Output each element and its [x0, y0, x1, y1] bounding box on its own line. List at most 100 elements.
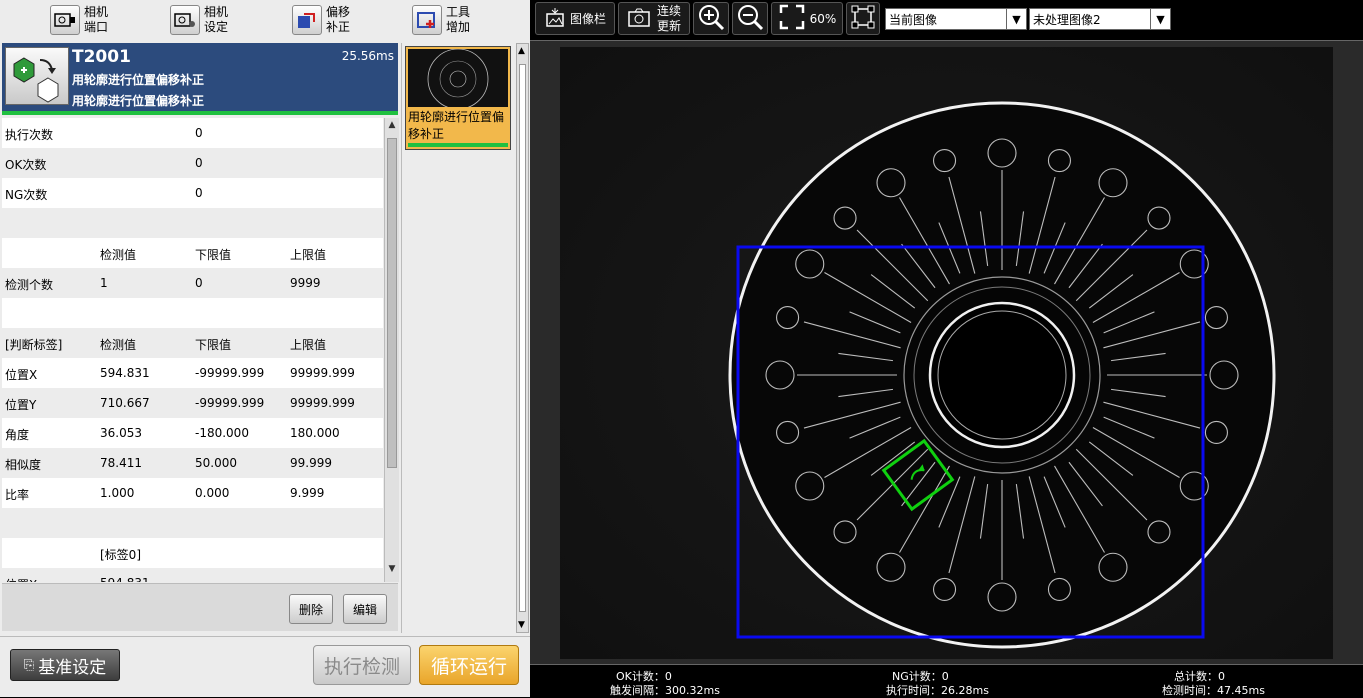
table-cell: -99999.999: [195, 366, 265, 380]
table-cell: 78.411: [100, 456, 142, 470]
add-tool-icon: [412, 5, 442, 35]
tool-id: T2001: [72, 47, 131, 67]
add-tool-label: 工具 增加: [446, 5, 471, 34]
tool-status-bar: [2, 111, 398, 115]
continuous-update-button[interactable]: 连续 更新: [618, 2, 690, 35]
continuous-update-label: 连续 更新: [656, 3, 681, 33]
execution-time: 执行时间：26.28ms: [886, 684, 989, 697]
image-bar-button[interactable]: 图像栏: [535, 2, 615, 35]
zoom-level: 60%: [809, 11, 837, 26]
table-cell: 检测值: [100, 338, 137, 352]
loop-run-button[interactable]: 循环运行: [419, 645, 519, 685]
zoom-out-button[interactable]: [732, 2, 768, 35]
image-source-select[interactable]: 当前图像 ▼: [885, 8, 1027, 30]
camera-port-button[interactable]: 相机 端口: [50, 3, 108, 37]
table-cell: 50.000: [195, 456, 237, 470]
table-cell: 0: [195, 276, 203, 290]
left-panel: 相机 端口 相机 设定 偏移 补正 工具 增加 T2001 25.56ms 用轮…: [0, 0, 530, 697]
image-view-panel: 图像栏 连续 更新 60% 当前图像 ▼ 未处理图像2 ▼ OK计数：0 NG计…: [530, 0, 1363, 697]
table-cell: 594.831: [100, 576, 150, 582]
table-row: 比率 1.000 0.000 9.999: [2, 478, 383, 508]
thumb-scroll-down-icon[interactable]: ▼: [518, 620, 525, 630]
table-cell: -99999.999: [195, 396, 265, 410]
table-row: 位置X 594.831 -99999.999 99999.999: [2, 358, 383, 388]
image-type-select[interactable]: 未处理图像2 ▼: [1029, 8, 1171, 30]
camera-settings-icon: [170, 5, 200, 35]
tool-thumbnail[interactable]: 用轮廓进行位置偏移补正: [405, 46, 511, 150]
tool-header[interactable]: T2001 25.56ms 用轮廓进行位置偏移补正 用轮廓进行位置偏移补正: [2, 43, 398, 115]
table-cell: 1.000: [100, 486, 135, 500]
table-row: 位置X 594.831: [2, 568, 383, 582]
table-cell: 1: [100, 276, 108, 290]
tool-name: 用轮廓进行位置偏移补正: [72, 73, 205, 87]
table-cell: 执行次数: [5, 128, 54, 142]
offset-correction-button[interactable]: 偏移 补正: [292, 3, 350, 37]
table-cell: 上限值: [290, 338, 327, 352]
tool-button-bar: 删除 编辑: [2, 583, 398, 631]
offset-correction-icon: [292, 5, 322, 35]
table-cell: 9.999: [290, 486, 325, 500]
table-cell: NG次数: [5, 188, 48, 202]
thumbnail-scrollbar[interactable]: ▲ ▼: [516, 43, 529, 633]
table-cell: 0: [195, 126, 203, 140]
table-cell: 检测个数: [5, 278, 54, 292]
table-row: 位置Y 710.667 -99999.999 99999.999: [2, 388, 383, 418]
scroll-thumb[interactable]: [387, 138, 397, 468]
camera-settings-label: 相机 设定: [204, 5, 229, 34]
zoom-in-icon: [697, 3, 725, 34]
scroll-down-icon[interactable]: ▼: [387, 564, 397, 580]
footer-bar: ⎘ 基准设定 执行检测 循环运行: [0, 636, 530, 697]
thumbnail-status-bar: [408, 143, 508, 147]
table-cell: 0: [195, 186, 203, 200]
table-cell: 710.667: [100, 396, 150, 410]
edit-button[interactable]: 编辑: [343, 594, 387, 624]
statistics-bar: OK计数：0 NG计数：0 总计数：0 触发间隔：300.32ms 执行时间：2…: [530, 664, 1363, 697]
zoom-out-icon: [736, 3, 764, 34]
select-region-button[interactable]: [846, 2, 880, 35]
table-row: [2, 208, 383, 238]
image-source-value: 当前图像: [889, 12, 938, 27]
image-bar-icon: [544, 6, 566, 31]
table-cell: 0: [195, 156, 203, 170]
scroll-up-icon[interactable]: ▲: [387, 120, 397, 136]
camera-settings-button[interactable]: 相机 设定: [170, 3, 228, 37]
result-table: 执行次数 0 OK次数 0 NG次数 0 检测值 下限值 上限值 检测个数 1 0 9999 [判断标签]…: [2, 118, 383, 582]
base-settings-label: 基准设定: [38, 657, 107, 678]
image-toolbar: 图像栏 连续 更新 60% 当前图像 ▼ 未处理图像2 ▼: [530, 0, 1363, 37]
tool-thumbnail-panel: 用轮廓进行位置偏移补正: [401, 43, 514, 633]
table-cell: 99.999: [290, 456, 332, 470]
table-cell: 594.831: [100, 366, 150, 380]
table-cell: 180.000: [290, 426, 340, 440]
thumb-scroll-up-icon[interactable]: ▲: [518, 46, 525, 56]
base-settings-button[interactable]: ⎘ 基准设定: [10, 649, 120, 681]
table-row: 检测值 下限值 上限值: [2, 238, 383, 268]
table-cell: 下限值: [195, 338, 232, 352]
table-cell: 下限值: [195, 248, 232, 262]
delete-button[interactable]: 删除: [289, 594, 333, 624]
table-cell: 99999.999: [290, 396, 355, 410]
region-select-icon: [850, 4, 876, 33]
add-tool-button[interactable]: 工具 增加: [412, 3, 470, 37]
chevron-down-icon: ▼: [1006, 9, 1026, 29]
table-row: 执行次数 0: [2, 118, 383, 148]
table-cell: 上限值: [290, 248, 327, 262]
result-scrollbar[interactable]: ▲ ▼: [384, 118, 399, 582]
table-row: 相似度 78.411 50.000 99.999: [2, 448, 383, 478]
tool-description: 用轮廓进行位置偏移补正: [72, 94, 205, 108]
table-cell: -180.000: [195, 426, 249, 440]
execute-detection-button[interactable]: 执行检测: [313, 645, 411, 685]
table-cell: 位置X: [5, 368, 38, 382]
table-row: [标签0]: [2, 538, 383, 568]
image-viewport[interactable]: [530, 40, 1363, 664]
trigger-interval: 触发间隔：300.32ms: [610, 684, 720, 697]
thumb-scroll-thumb[interactable]: [519, 64, 526, 612]
thumbnail-label: 用轮廓进行位置偏移补正: [408, 110, 505, 141]
table-row: [判断标签] 检测值 下限值 上限值: [2, 328, 383, 358]
camera-refresh-icon: [627, 6, 653, 31]
zoom-in-button[interactable]: [693, 2, 729, 35]
camera-port-label: 相机 端口: [84, 5, 109, 34]
table-cell: 位置Y: [5, 398, 37, 412]
inspection-image: [560, 47, 1333, 659]
fit-zoom-button[interactable]: 60%: [771, 2, 843, 35]
table-row: 角度 36.053 -180.000 180.000: [2, 418, 383, 448]
